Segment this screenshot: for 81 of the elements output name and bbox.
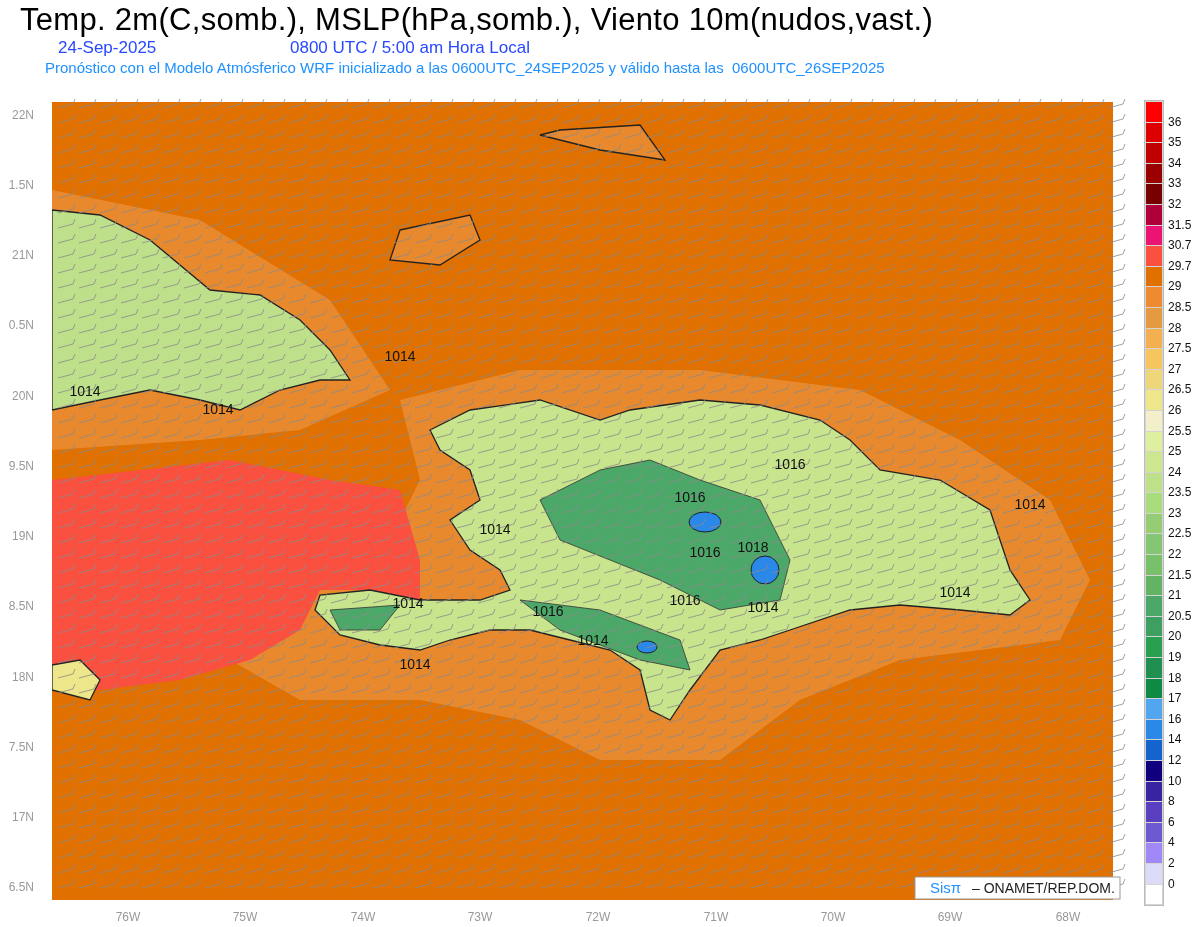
latitude-label: 1.5N bbox=[8, 178, 34, 193]
latitude-label: 6.5N bbox=[8, 880, 34, 895]
legend-label: 18 bbox=[1168, 670, 1182, 685]
pressure-label: 1014 bbox=[392, 594, 424, 611]
longitude-label: 70W bbox=[820, 910, 846, 925]
legend-label: 34 bbox=[1168, 155, 1182, 170]
legend-label: 28.5 bbox=[1168, 299, 1192, 314]
pressure-label: 1014 bbox=[69, 382, 101, 399]
legend-label: 29.7 bbox=[1168, 258, 1192, 273]
longitude-label: 74W bbox=[350, 910, 376, 925]
longitude-label: 73W bbox=[467, 910, 493, 925]
forecast-date: 24-Sep-2025 bbox=[58, 38, 158, 58]
latitude-label: 19N bbox=[12, 529, 34, 544]
legend-label: 22.5 bbox=[1168, 526, 1192, 541]
longitude-label: 71W bbox=[703, 910, 729, 925]
model-note: Pronóstico con el Modelo Atmósferico WRF inicializado a las 0600UTC_24SEP2025 y válido hasta las 0600UTC_26SEP2025 bbox=[44, 58, 886, 78]
map-title: Temp. 2m(C,somb.), MSLP(hPa,somb.), Viento 10m(nudos,vast.) bbox=[19, 2, 934, 38]
pressure-label: 1016 bbox=[674, 488, 706, 505]
latitude-label: 7.5N bbox=[8, 740, 34, 755]
legend-label: 8 bbox=[1168, 794, 1175, 809]
pressure-label: 1016 bbox=[689, 543, 721, 560]
legend-label: 21.5 bbox=[1168, 567, 1192, 582]
longitude-label: 69W bbox=[937, 910, 963, 925]
legend-label: 33 bbox=[1168, 176, 1182, 191]
legend-label: 20 bbox=[1168, 629, 1182, 644]
legend-label: 2 bbox=[1168, 855, 1175, 870]
pressure-label: 1014 bbox=[399, 655, 431, 672]
legend-label: 28 bbox=[1168, 320, 1182, 335]
legend-label: 25 bbox=[1168, 444, 1182, 459]
legend-label: 6 bbox=[1168, 814, 1175, 829]
legend-label: 27 bbox=[1168, 361, 1182, 376]
credit-text: – ONAMET/REP.DOM. bbox=[972, 879, 1115, 896]
legend-label: 23 bbox=[1168, 505, 1182, 520]
pressure-label: 1016 bbox=[669, 591, 701, 608]
legend-label: 30.7 bbox=[1168, 238, 1192, 253]
pressure-label: 1016 bbox=[774, 455, 806, 472]
legend-label: 29 bbox=[1168, 279, 1182, 294]
pressure-label: 1014 bbox=[747, 598, 779, 615]
legend-label: 36 bbox=[1168, 114, 1182, 129]
legend-label: 12 bbox=[1168, 753, 1182, 767]
pressure-label: 1014 bbox=[479, 520, 511, 537]
legend-label: 10 bbox=[1168, 773, 1182, 788]
latitude-label: 9.5N bbox=[8, 459, 34, 474]
legend-label: 27.5 bbox=[1168, 341, 1192, 356]
pressure-label: 1018 bbox=[737, 538, 769, 555]
legend-label: 20.5 bbox=[1168, 608, 1192, 623]
pressure-label: 1014 bbox=[939, 583, 971, 600]
latitude-label: 18N bbox=[12, 670, 34, 685]
longitude-label: 72W bbox=[585, 910, 611, 925]
pressure-label: 1014 bbox=[1014, 495, 1046, 512]
forecast-time: 0800 UTC / 5:00 am Hora Local bbox=[290, 38, 530, 58]
legend-label: 26.5 bbox=[1168, 382, 1192, 397]
legend-label: 23.5 bbox=[1168, 485, 1192, 500]
legend-label: 17 bbox=[1168, 691, 1182, 706]
legend-label: 14 bbox=[1168, 732, 1182, 747]
longitude-label: 76W bbox=[115, 910, 141, 925]
legend-label: 32 bbox=[1168, 196, 1182, 211]
credit-brand: Sisπ bbox=[930, 878, 962, 896]
legend-label: 25.5 bbox=[1168, 423, 1192, 438]
latitude-label: 22N bbox=[12, 108, 34, 123]
latitude-label: 8.5N bbox=[8, 599, 34, 614]
latitude-label: 21N bbox=[12, 248, 34, 263]
legend-label: 31.5 bbox=[1168, 217, 1192, 232]
pressure-label: 1014 bbox=[202, 400, 234, 417]
legend-label: 0 bbox=[1168, 876, 1175, 891]
latitude-label: 20N bbox=[12, 389, 34, 404]
pressure-label: 1016 bbox=[532, 602, 564, 619]
legend-label: 35 bbox=[1168, 135, 1182, 150]
latitude-label: 0.5N bbox=[8, 318, 34, 333]
pressure-label: 1014 bbox=[577, 631, 609, 648]
legend-label: 4 bbox=[1168, 835, 1175, 850]
longitude-label: 75W bbox=[232, 910, 258, 925]
legend-label: 19 bbox=[1168, 650, 1182, 665]
legend-label: 16 bbox=[1168, 711, 1182, 726]
legend-label: 24 bbox=[1168, 464, 1182, 479]
legend-label: 21 bbox=[1168, 588, 1182, 603]
legend-label: 22 bbox=[1168, 547, 1182, 562]
longitude-label: 68W bbox=[1055, 910, 1081, 925]
latitude-label: 17N bbox=[12, 810, 34, 825]
pressure-label: 1014 bbox=[384, 347, 416, 364]
legend-label: 26 bbox=[1168, 402, 1182, 417]
